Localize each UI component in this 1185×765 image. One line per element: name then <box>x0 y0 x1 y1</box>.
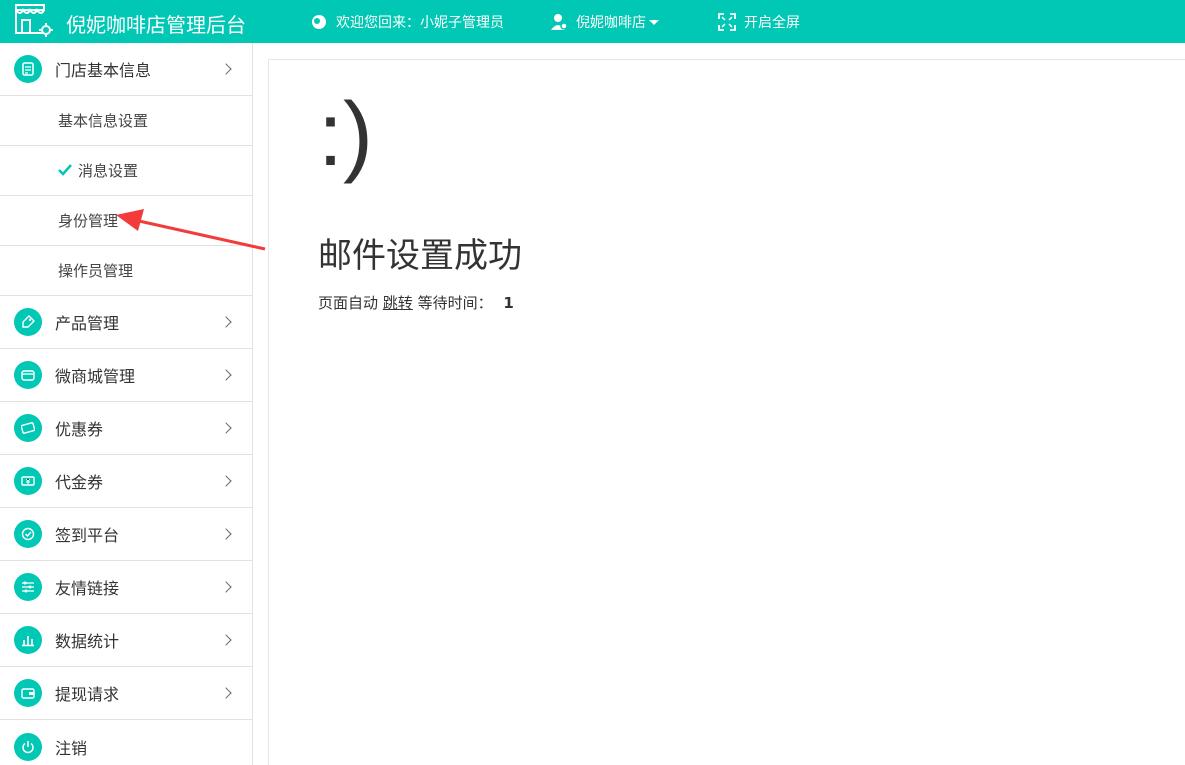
check-icon <box>58 164 72 176</box>
submenu-label: 操作员管理 <box>58 262 134 280</box>
user-gear-icon <box>551 13 568 30</box>
redirect-notice: 页面自动 跳转 等待时间： 1 <box>318 292 514 313</box>
submenu-identity-management[interactable]: 身份管理 <box>0 196 252 246</box>
chevron-right-icon <box>220 528 232 540</box>
chevron-right-icon <box>220 316 232 328</box>
voucher-icon <box>14 467 42 495</box>
tag-icon <box>14 308 42 336</box>
submenu-basic-settings[interactable]: 基本信息设置 <box>0 96 252 146</box>
chevron-right-icon <box>220 475 232 487</box>
sidebar: 门店基本信息 基本信息设置 消息设置 身份管理 操作员管理 产品管理 微商城管理… <box>0 43 253 765</box>
success-message: 邮件设置成功 <box>318 236 522 276</box>
sliders-icon <box>14 573 42 601</box>
sidebar-item-label: 注销 <box>55 738 88 758</box>
sidebar-item-label: 微商城管理 <box>55 367 136 386</box>
sidebar-item-checkin[interactable]: 签到平台 <box>0 508 252 561</box>
power-icon <box>14 732 42 761</box>
sidebar-item-label: 优惠券 <box>55 420 104 439</box>
sidebar-item-logout[interactable]: 注销 <box>0 720 252 765</box>
sidebar-item-label: 产品管理 <box>55 314 120 333</box>
coupon-icon <box>14 414 42 442</box>
chat-icon <box>312 14 326 29</box>
submenu-message-settings[interactable]: 消息设置 <box>0 146 252 196</box>
chevron-right-icon <box>220 581 232 593</box>
shop-icon <box>14 361 42 389</box>
chevron-right-icon <box>220 369 232 381</box>
chevron-right-icon <box>220 687 232 699</box>
welcome-text: 欢迎您回来：小妮子管理员 <box>310 0 504 43</box>
sidebar-item-label: 签到平台 <box>55 526 120 545</box>
store-dropdown[interactable]: 倪妮咖啡店 <box>550 0 659 43</box>
document-icon <box>14 55 42 83</box>
sidebar-item-label: 数据统计 <box>55 632 120 651</box>
sidebar-item-links[interactable]: 友情链接 <box>0 561 252 614</box>
wait-label: 等待时间： <box>417 294 493 312</box>
sidebar-item-products[interactable]: 产品管理 <box>0 296 252 349</box>
wait-countdown: 1 <box>503 294 514 312</box>
sidebar-item-store-info[interactable]: 门店基本信息 <box>0 43 252 96</box>
store-logo-icon <box>15 4 53 37</box>
sidebar-item-micro-mall[interactable]: 微商城管理 <box>0 349 252 402</box>
wallet-icon <box>14 679 42 707</box>
store-name: 倪妮咖啡店 <box>576 14 646 31</box>
sidebar-item-statistics[interactable]: 数据统计 <box>0 614 252 667</box>
sidebar-item-label: 门店基本信息 <box>55 61 152 80</box>
chevron-right-icon <box>220 422 232 434</box>
sidebar-item-label: 友情链接 <box>55 579 120 598</box>
fullscreen-button[interactable]: 开启全屏 <box>718 0 800 43</box>
chevron-right-icon <box>220 63 232 75</box>
welcome-label: 欢迎您回来：小妮子管理员 <box>336 14 504 31</box>
redirect-link[interactable]: 跳转 <box>383 294 413 312</box>
fullscreen-icon <box>718 12 736 31</box>
sidebar-item-vouchers[interactable]: 代金券 <box>0 455 252 508</box>
chevron-right-icon <box>220 634 232 646</box>
redirect-prefix: 页面自动 <box>318 294 379 312</box>
fullscreen-label: 开启全屏 <box>744 14 800 31</box>
caret-down-icon <box>649 20 659 25</box>
submenu-label: 身份管理 <box>58 212 119 230</box>
submenu-label: 消息设置 <box>78 162 139 180</box>
app-title: 倪妮咖啡店管理后台 <box>66 13 246 37</box>
smiley-face: :) <box>318 85 373 185</box>
sidebar-item-label: 提现请求 <box>55 685 120 704</box>
checkin-icon <box>14 520 42 548</box>
submenu-operator-management[interactable]: 操作员管理 <box>0 246 252 296</box>
bar-chart-icon <box>14 626 42 654</box>
sidebar-item-label: 代金券 <box>55 473 104 492</box>
sidebar-item-withdraw[interactable]: 提现请求 <box>0 667 252 720</box>
main-content: :) 邮件设置成功 页面自动 跳转 等待时间： 1 <box>268 59 1185 765</box>
top-bar: 倪妮咖啡店管理后台 欢迎您回来：小妮子管理员 倪妮咖啡店 开启全屏 <box>0 0 1185 43</box>
submenu-label: 基本信息设置 <box>58 112 149 130</box>
sidebar-item-coupons[interactable]: 优惠券 <box>0 402 252 455</box>
